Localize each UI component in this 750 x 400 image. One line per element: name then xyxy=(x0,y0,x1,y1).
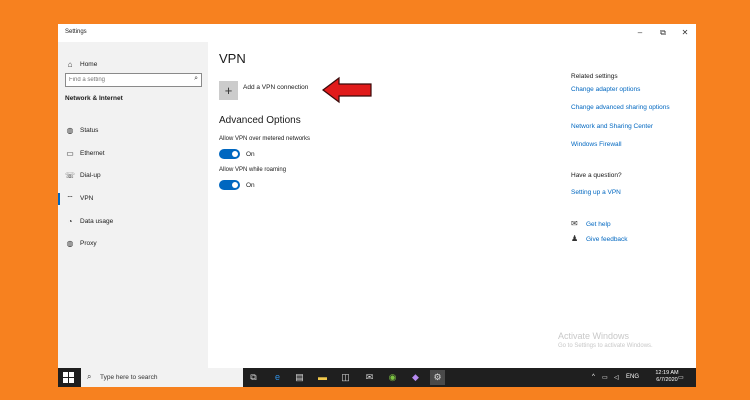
sidebar-item-home[interactable]: ⌂ Home xyxy=(58,56,208,74)
sidebar-item-data-usage[interactable]: ◔ Data usage xyxy=(58,213,208,231)
search-icon: ⌕ xyxy=(194,75,198,82)
task-view-icon[interactable]: ⧉ xyxy=(246,370,261,385)
sidebar-item-proxy[interactable]: ◍ Proxy xyxy=(58,235,208,253)
tray-chevron-icon[interactable]: ^ xyxy=(592,374,595,380)
related-settings-heading: Related settings xyxy=(571,73,618,80)
browser-icon[interactable]: ◆ xyxy=(408,370,423,385)
globe-icon: ◍ xyxy=(66,126,74,135)
red-arrow-annotation xyxy=(322,76,372,104)
ethernet-icon: ▭ xyxy=(66,149,74,158)
globe-icon: ◍ xyxy=(66,239,74,248)
edge-icon[interactable]: e xyxy=(270,370,285,385)
change-adapter-options-link[interactable]: Change adapter options xyxy=(571,86,640,93)
data-usage-icon: ◔ xyxy=(67,217,73,226)
settings-window: Settings – ⧉ ✕ ⌂ Home ⌕ Network & Intern… xyxy=(58,24,696,368)
roaming-state: On xyxy=(246,182,255,189)
sidebar-item-label: Data usage xyxy=(80,218,114,225)
home-icon: ⌂ xyxy=(67,60,73,69)
give-feedback-link[interactable]: Give feedback xyxy=(586,236,628,243)
sidebar-item-vpn[interactable]: ⌔ VPN xyxy=(58,190,208,208)
windows-logo-icon xyxy=(63,378,68,383)
feedback-icon: ♟ xyxy=(571,234,579,243)
toggle-knob xyxy=(232,182,238,188)
advanced-options-heading: Advanced Options xyxy=(219,115,301,126)
settings-search-input[interactable] xyxy=(69,75,184,85)
notifications-icon[interactable]: ▭ xyxy=(678,374,684,381)
maximize-button[interactable]: ⧉ xyxy=(652,26,674,40)
network-sharing-center-link[interactable]: Network and Sharing Center xyxy=(571,123,653,130)
title-bar: Settings – ⧉ ✕ xyxy=(58,24,696,42)
store-icon[interactable]: ◫ xyxy=(338,370,353,385)
volume-icon[interactable]: ◁ xyxy=(614,374,619,381)
taskbar-search[interactable]: ⌕ Type here to search xyxy=(81,368,243,387)
app-icon[interactable]: ◉ xyxy=(385,370,400,385)
search-icon: ⌕ xyxy=(87,372,92,381)
page-title: VPN xyxy=(219,51,246,66)
file-explorer-icon[interactable]: ▤ xyxy=(292,370,307,385)
toggle-knob xyxy=(232,151,238,157)
close-button[interactable]: ✕ xyxy=(674,26,696,40)
metered-networks-state: On xyxy=(246,151,255,158)
sidebar-item-ethernet[interactable]: ▭ Ethernet xyxy=(58,145,208,163)
activate-windows-subtitle: Go to Settings to activate Windows. xyxy=(558,343,653,349)
sidebar-item-label: Status xyxy=(80,127,99,134)
section-title: Network & Internet xyxy=(65,95,123,102)
minimize-button[interactable]: – xyxy=(629,26,651,40)
sidebar-item-label: Ethernet xyxy=(80,150,105,157)
window-title: Settings xyxy=(65,29,87,35)
question-heading: Have a question? xyxy=(571,172,622,179)
roaming-label: Allow VPN while roaming xyxy=(219,167,287,173)
start-button[interactable] xyxy=(63,372,74,383)
windows-logo-icon xyxy=(69,378,74,383)
activate-windows-title: Activate Windows xyxy=(558,331,630,341)
setting-up-vpn-link[interactable]: Setting up a VPN xyxy=(571,189,621,196)
vpn-icon: ⌔ xyxy=(66,194,74,203)
sidebar: ⌂ Home ⌕ Network & Internet ◍ Status ▭ E… xyxy=(58,42,208,368)
windows-firewall-link[interactable]: Windows Firewall xyxy=(571,141,622,148)
get-help-link[interactable]: Get help xyxy=(586,221,611,228)
add-vpn-button[interactable]: + xyxy=(219,81,238,100)
plus-icon: + xyxy=(224,83,233,98)
add-vpn-label[interactable]: Add a VPN connection xyxy=(243,84,308,91)
language-indicator[interactable]: ENG xyxy=(626,374,639,380)
mail-icon[interactable]: ✉ xyxy=(362,370,377,385)
change-advanced-sharing-link[interactable]: Change advanced sharing options xyxy=(571,104,670,111)
sidebar-item-label: Proxy xyxy=(80,240,97,247)
network-icon[interactable]: ▭ xyxy=(602,374,608,381)
roaming-toggle[interactable] xyxy=(219,180,240,190)
taskbar: ⌕ Type here to search ⧉ e ▤ ▬ ◫ ✉ ◉ ◆ ⚙ … xyxy=(58,368,696,387)
taskbar-search-placeholder: Type here to search xyxy=(100,374,158,381)
sidebar-item-label: Home xyxy=(80,61,98,68)
sidebar-item-dial-up[interactable]: ☏ Dial-up xyxy=(58,167,208,185)
sidebar-item-label: VPN xyxy=(80,195,94,202)
folder-icon[interactable]: ▬ xyxy=(315,370,330,385)
phone-icon: ☏ xyxy=(65,171,76,180)
windows-logo-icon xyxy=(63,372,68,377)
sidebar-item-label: Dial-up xyxy=(80,172,101,179)
sidebar-item-status[interactable]: ◍ Status xyxy=(58,122,208,140)
windows-logo-icon xyxy=(69,372,74,377)
metered-networks-label: Allow VPN over metered networks xyxy=(219,136,311,142)
metered-networks-toggle[interactable] xyxy=(219,149,240,159)
settings-search-box[interactable]: ⌕ xyxy=(65,73,202,87)
chat-icon: ✉ xyxy=(571,219,578,228)
settings-gear-icon[interactable]: ⚙ xyxy=(430,370,445,385)
